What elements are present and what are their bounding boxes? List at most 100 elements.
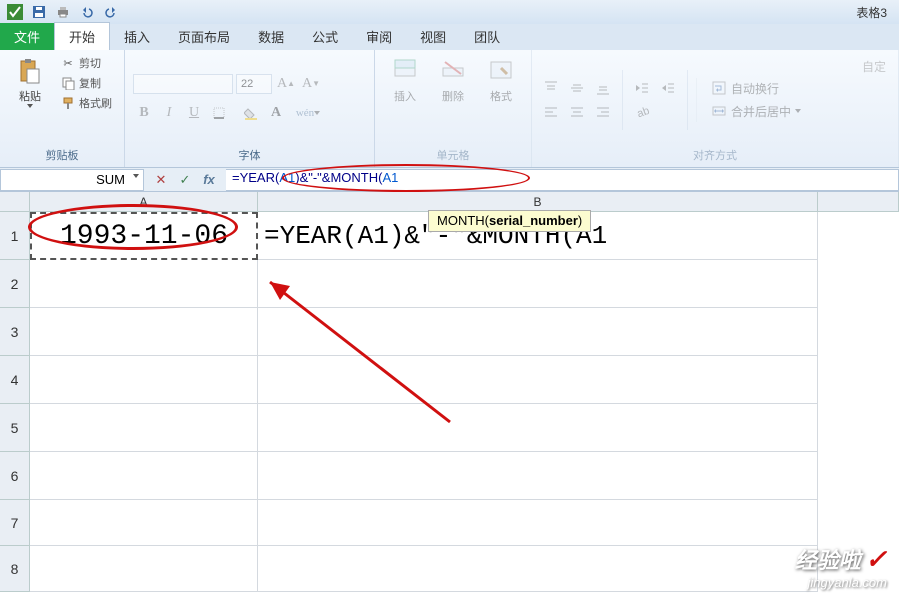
border-button[interactable] (208, 102, 230, 124)
phonetic-button[interactable]: wén (297, 102, 319, 124)
tab-data[interactable]: 数据 (244, 23, 298, 50)
cell-B5[interactable] (258, 404, 818, 452)
merge-center-button[interactable]: 合并后居中 (705, 101, 807, 122)
tab-formula[interactable]: 公式 (298, 23, 352, 50)
cell-A8[interactable] (30, 546, 258, 592)
fill-color-button[interactable] (240, 102, 262, 124)
cell-B6[interactable] (258, 452, 818, 500)
select-all-corner[interactable] (0, 192, 30, 212)
align-left-button[interactable] (540, 101, 562, 123)
paste-button[interactable]: 粘贴 (8, 54, 52, 110)
row-header-3[interactable]: 3 (0, 308, 30, 356)
cells-container: 1993-11-06 =YEAR(A1)&"-"&MONTH(A1 (30, 212, 899, 592)
align-middle-icon (569, 80, 585, 96)
row-header-4[interactable]: 4 (0, 356, 30, 404)
cell-B7[interactable] (258, 500, 818, 546)
brush-icon (60, 95, 76, 111)
row-header-6[interactable]: 6 (0, 452, 30, 500)
row-header-5[interactable]: 5 (0, 404, 30, 452)
shrink-font-button[interactable]: A▼ (300, 73, 322, 95)
name-box[interactable]: SUM (0, 169, 144, 191)
italic-button[interactable]: I (158, 102, 180, 124)
cell-A2[interactable] (30, 260, 258, 308)
qat-redo-icon[interactable] (100, 2, 122, 22)
tab-insert[interactable]: 插入 (110, 23, 164, 50)
align-top-button[interactable] (540, 77, 562, 99)
align-left-icon (543, 104, 559, 120)
bold-button[interactable]: B (133, 102, 155, 124)
row-headers: 1 2 3 4 5 6 7 8 (0, 212, 30, 592)
cell-B2[interactable] (258, 260, 818, 308)
font-group-label: 字体 (133, 145, 366, 165)
delete-icon (437, 56, 469, 88)
orientation-button[interactable]: ab (631, 101, 653, 123)
fx-button[interactable]: fx (200, 171, 218, 189)
cell-B8[interactable] (258, 546, 818, 592)
menu-tabs: 文件 开始 插入 页面布局 数据 公式 审阅 视图 团队 (0, 24, 899, 50)
format-cell-button[interactable]: 格式 (479, 54, 523, 106)
align-bottom-button[interactable] (592, 77, 614, 99)
row-header-1[interactable]: 1 (0, 212, 30, 260)
font-size-input[interactable] (236, 74, 272, 94)
chevron-down-icon (133, 174, 139, 178)
copy-button[interactable]: 复制 (56, 74, 116, 92)
ribbon: 粘贴 ✂ 剪切 复制 格式刷 (0, 50, 899, 168)
border-icon (212, 106, 226, 120)
wrap-label: 自动换行 (731, 80, 779, 97)
qat-undo-icon[interactable] (76, 2, 98, 22)
row-header-8[interactable]: 8 (0, 546, 30, 592)
font-color-button[interactable]: A (265, 102, 287, 124)
indent-decrease-button[interactable] (631, 77, 653, 99)
delete-cell-label: 删除 (442, 88, 464, 104)
font-name-input[interactable] (133, 74, 233, 94)
grow-font-button[interactable]: A▲ (275, 73, 297, 95)
format-painter-label: 格式刷 (79, 95, 112, 111)
tab-team[interactable]: 团队 (460, 23, 514, 50)
col-header-blank[interactable] (818, 192, 899, 212)
align-center-button[interactable] (566, 101, 588, 123)
align-right-button[interactable] (592, 101, 614, 123)
col-header-B[interactable]: B (258, 192, 818, 212)
spreadsheet-grid[interactable]: A B 1 2 3 4 5 6 7 8 1993-11-06 =YEAR(A1)… (0, 192, 899, 600)
tab-view[interactable]: 视图 (406, 23, 460, 50)
cell-B4[interactable] (258, 356, 818, 404)
cell-B3[interactable] (258, 308, 818, 356)
cancel-formula-button[interactable]: ✕ (152, 171, 170, 189)
cut-button[interactable]: ✂ 剪切 (56, 54, 116, 72)
qat-print-icon[interactable] (52, 2, 74, 22)
tab-layout[interactable]: 页面布局 (164, 23, 244, 50)
bucket-icon (244, 106, 258, 120)
scissors-icon: ✂ (60, 55, 76, 71)
col-header-A[interactable]: A (30, 192, 258, 212)
cell-A3[interactable] (30, 308, 258, 356)
cell-A1[interactable]: 1993-11-06 (30, 212, 258, 260)
cell-A7[interactable] (30, 500, 258, 546)
formula-input[interactable]: =YEAR(A1)&"-"&MONTH(A1 (226, 169, 899, 191)
tab-home[interactable]: 开始 (54, 22, 110, 50)
row-header-2[interactable]: 2 (0, 260, 30, 308)
indent-dec-icon (634, 80, 650, 96)
cell-A6[interactable] (30, 452, 258, 500)
qat-save-icon[interactable] (28, 2, 50, 22)
tab-file[interactable]: 文件 (0, 23, 54, 50)
watermark: 经验啦 ✓ jingyanla.com (795, 543, 887, 590)
self-define-label: 自定 (862, 60, 886, 74)
insert-cell-button[interactable]: 插入 (383, 54, 427, 106)
delete-cell-button[interactable]: 删除 (431, 54, 475, 106)
wrap-text-button[interactable]: 自动换行 (705, 78, 807, 99)
align-right-icon (595, 104, 611, 120)
accept-formula-button[interactable]: ✓ (176, 171, 194, 189)
indent-inc-icon (660, 80, 676, 96)
indent-increase-button[interactable] (657, 77, 679, 99)
underline-button[interactable]: U (183, 102, 205, 124)
format-painter-button[interactable]: 格式刷 (56, 94, 116, 112)
clipboard-group-label: 剪贴板 (8, 145, 116, 165)
row-header-7[interactable]: 7 (0, 500, 30, 546)
ribbon-group-clipboard: 粘贴 ✂ 剪切 复制 格式刷 (0, 50, 125, 167)
align-middle-button[interactable] (566, 77, 588, 99)
ribbon-group-cells: 插入 删除 格式 单元格 (375, 50, 532, 167)
cell-A4[interactable] (30, 356, 258, 404)
tab-review[interactable]: 审阅 (352, 23, 406, 50)
ribbon-group-font: A▲ A▼ B I U A wén 字体 (125, 50, 375, 167)
cell-A5[interactable] (30, 404, 258, 452)
